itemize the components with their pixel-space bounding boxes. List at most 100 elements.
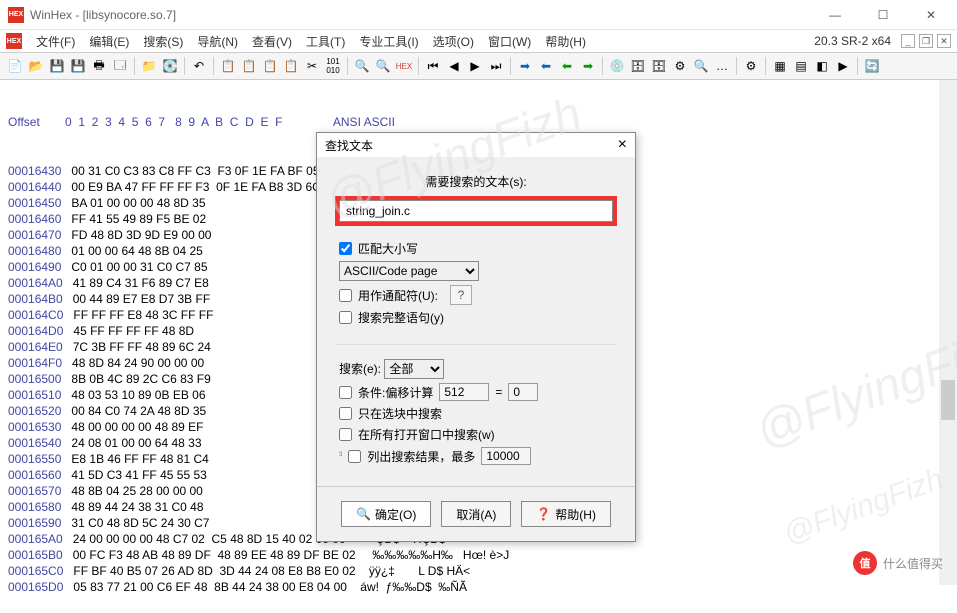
dialog-close-icon[interactable]: × (618, 136, 627, 154)
menu-window[interactable]: 窗口(W) (482, 31, 537, 52)
scroll-thumb[interactable] (941, 380, 955, 420)
cut-icon[interactable]: ✂ (303, 57, 321, 75)
smzdm-watermark: 值 什么值得买 (853, 551, 943, 575)
props-icon[interactable]: 🗔 (111, 57, 129, 75)
maximize-button[interactable]: ☐ (865, 3, 901, 27)
nav-last-icon[interactable]: ⏭ (487, 57, 505, 75)
new-icon[interactable]: 📄 (6, 57, 24, 75)
help-button[interactable]: ❓帮助(H) (521, 501, 611, 527)
cog-icon[interactable]: ⚙ (742, 57, 760, 75)
offset-a-input[interactable] (439, 383, 489, 401)
maxresults-input[interactable] (481, 447, 531, 465)
view4-icon[interactable]: ▶ (834, 57, 852, 75)
menu-options[interactable]: 选项(O) (427, 31, 480, 52)
more-icon[interactable]: … (713, 57, 731, 75)
inblock-label: 只在选块中搜索 (358, 405, 442, 422)
goto-icon[interactable]: ➡ (516, 57, 534, 75)
open-icon[interactable]: 📂 (27, 57, 45, 75)
wildcards-label: 用作通配符(U): (358, 287, 438, 304)
offset-cond-checkbox[interactable] (339, 386, 352, 399)
encoding-select[interactable]: ASCII/Code page (339, 261, 479, 281)
ram-icon[interactable]: 🗄 (629, 57, 647, 75)
menu-file[interactable]: 文件(F) (30, 31, 81, 52)
ascii-header: ANSI ASCII (333, 115, 395, 129)
listresults-checkbox[interactable] (348, 450, 361, 463)
copy2-icon[interactable]: 📋 (240, 57, 258, 75)
allwin-checkbox[interactable] (339, 428, 352, 441)
hex-row[interactable]: 000165C0 FF BF 40 B5 07 26 AD 8D 3D 44 2… (8, 563, 949, 579)
menu-help[interactable]: 帮助(H) (539, 31, 592, 52)
find-text-dialog: 查找文本 × 需要搜索的文本(s): 匹配大小写 ASCII/Code page… (316, 132, 636, 542)
disk2-icon[interactable]: 💿 (608, 57, 626, 75)
calc-icon[interactable]: ⚙ (671, 57, 689, 75)
jump-icon[interactable]: ➡ (579, 57, 597, 75)
save-icon[interactable]: 💾 (48, 57, 66, 75)
inblock-checkbox[interactable] (339, 407, 352, 420)
menu-search[interactable]: 搜索(S) (137, 31, 189, 52)
cancel-button[interactable]: 取消(A) (441, 501, 511, 527)
ok-button[interactable]: 🔍确定(O) (341, 501, 431, 527)
wholewords-checkbox[interactable] (339, 311, 352, 324)
window-title: WinHex - [libsynocore.so.7] (30, 8, 817, 22)
view1-icon[interactable]: ▦ (771, 57, 789, 75)
hex-row[interactable]: 000165D0 05 83 77 21 00 C6 EF 48 8B 44 2… (8, 579, 949, 595)
wildcard-char-button[interactable]: ? (450, 285, 472, 305)
mdi-min-icon[interactable]: _ (901, 34, 915, 48)
sync-icon[interactable]: 🔄 (863, 57, 881, 75)
ram2-icon[interactable]: 🗄 (650, 57, 668, 75)
close-button[interactable]: ✕ (913, 3, 949, 27)
nav-prev-icon[interactable]: ◀ (445, 57, 463, 75)
app-icon-small: HEX (6, 33, 22, 49)
paste2-icon[interactable]: 📋 (282, 57, 300, 75)
view3-icon[interactable]: ◧ (813, 57, 831, 75)
dialog-title: 查找文本 (325, 137, 373, 154)
app-icon: HEX (8, 7, 24, 23)
offset-header: Offset (8, 115, 40, 129)
findtxt-icon[interactable]: HEX (395, 57, 413, 75)
find-icon[interactable]: 🔍 (353, 57, 371, 75)
hex-row[interactable]: 000165B0 00 FC F3 48 AB 48 89 DF 48 89 E… (8, 547, 949, 563)
search-label: 需要搜索的文本(s): (335, 173, 617, 190)
nav-first-icon[interactable]: ⏮ (424, 57, 442, 75)
back-icon[interactable]: ⬅ (537, 57, 555, 75)
saveas-icon[interactable]: 💾 (69, 57, 87, 75)
view2-icon[interactable]: ▤ (792, 57, 810, 75)
offset-cond-label: 条件:偏移计算 (358, 384, 433, 401)
binoculars-icon: 🔍 (356, 507, 371, 521)
mdi-restore-icon[interactable]: ❐ (919, 34, 933, 48)
nav-next-icon[interactable]: ▶ (466, 57, 484, 75)
open2-icon[interactable]: 📁 (140, 57, 158, 75)
toolbar: 📄 📂 💾 💾 🖶 🗔 📁 💽 ↶ 📋 📋 📋 📋 ✂ 101010 🔍 🔍 H… (0, 52, 957, 80)
paste-icon[interactable]: 📋 (261, 57, 279, 75)
allwin-label: 在所有打开窗口中搜索(w) (358, 426, 495, 443)
print-icon[interactable]: 🖶 (90, 57, 108, 75)
undo-icon[interactable]: ↶ (190, 57, 208, 75)
menu-navigate[interactable]: 导航(N) (191, 31, 244, 52)
fwd-icon[interactable]: ⬅ (558, 57, 576, 75)
wildcards-checkbox[interactable] (339, 289, 352, 302)
smzdm-logo-icon: 值 (853, 551, 877, 575)
matchcase-checkbox[interactable] (339, 242, 352, 255)
help-icon: ❓ (536, 507, 551, 521)
menu-tools[interactable]: 工具(T) (300, 31, 351, 52)
search-highlight (335, 196, 617, 226)
minimize-button[interactable]: — (817, 3, 853, 27)
menu-view[interactable]: 查看(V) (246, 31, 298, 52)
offset-b-input[interactable] (508, 383, 538, 401)
findhex-icon[interactable]: 🔍 (374, 57, 392, 75)
scope-select[interactable]: 全部 (384, 359, 444, 379)
cols-header: 0 1 2 3 4 5 6 7 8 9 A B C D E F (65, 115, 282, 129)
copy-icon[interactable]: 📋 (219, 57, 237, 75)
search-input[interactable] (339, 200, 613, 222)
bits-icon[interactable]: 101010 (324, 57, 342, 75)
scope-label: 搜索(e): (339, 362, 381, 376)
matchcase-label: 匹配大小写 (358, 240, 418, 257)
listresults-label: 列出搜索结果，最多 (367, 448, 475, 465)
disk-icon[interactable]: 💽 (161, 57, 179, 75)
mdi-close-icon[interactable]: ✕ (937, 34, 951, 48)
menu-pro[interactable]: 专业工具(I) (353, 31, 424, 52)
mag-icon[interactable]: 🔍 (692, 57, 710, 75)
scrollbar[interactable] (939, 80, 957, 585)
menu-edit[interactable]: 编辑(E) (83, 31, 135, 52)
version-label: 20.3 SR-2 x64 (808, 32, 897, 50)
